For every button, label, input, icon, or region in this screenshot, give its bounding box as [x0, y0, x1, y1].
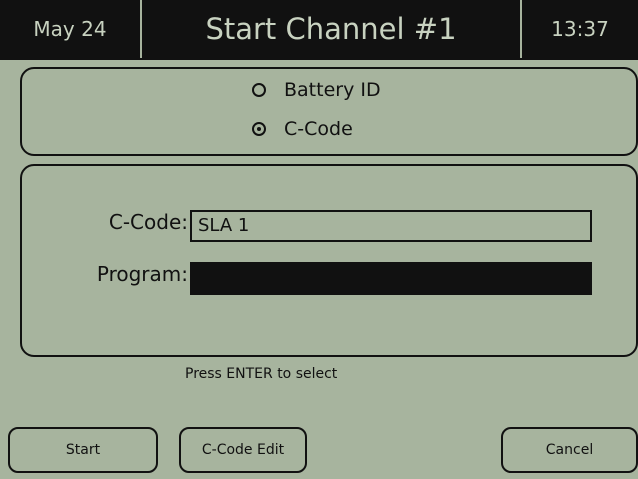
radio-option-c-code[interactable]: C-Code	[252, 118, 353, 140]
cancel-button[interactable]: Cancel	[501, 427, 638, 473]
id-type-panel: Battery ID C-Code	[20, 67, 638, 156]
c-code-edit-button[interactable]: C-Code Edit	[179, 427, 307, 473]
c-code-label: C-Code:	[108, 210, 188, 234]
program-label: Program:	[96, 262, 188, 286]
code-form-panel: C-Code: SLA 1 Program:	[20, 164, 638, 357]
date-display: May 24	[0, 0, 142, 58]
radio-label-battery-id: Battery ID	[284, 79, 381, 101]
radio-option-battery-id[interactable]: Battery ID	[252, 79, 381, 101]
title-bar: May 24 Start Channel #1 13:37	[0, 0, 638, 60]
start-button[interactable]: Start	[8, 427, 158, 473]
radio-selected-icon[interactable]	[252, 122, 266, 136]
time-display: 13:37	[551, 17, 609, 41]
hint-text: Press ENTER to select	[185, 366, 338, 382]
program-field[interactable]	[190, 262, 592, 295]
radio-unselected-icon[interactable]	[252, 83, 266, 97]
screen-title: Start Channel #1	[142, 0, 522, 58]
c-code-field[interactable]: SLA 1	[190, 210, 592, 242]
radio-label-c-code: C-Code	[284, 118, 353, 140]
